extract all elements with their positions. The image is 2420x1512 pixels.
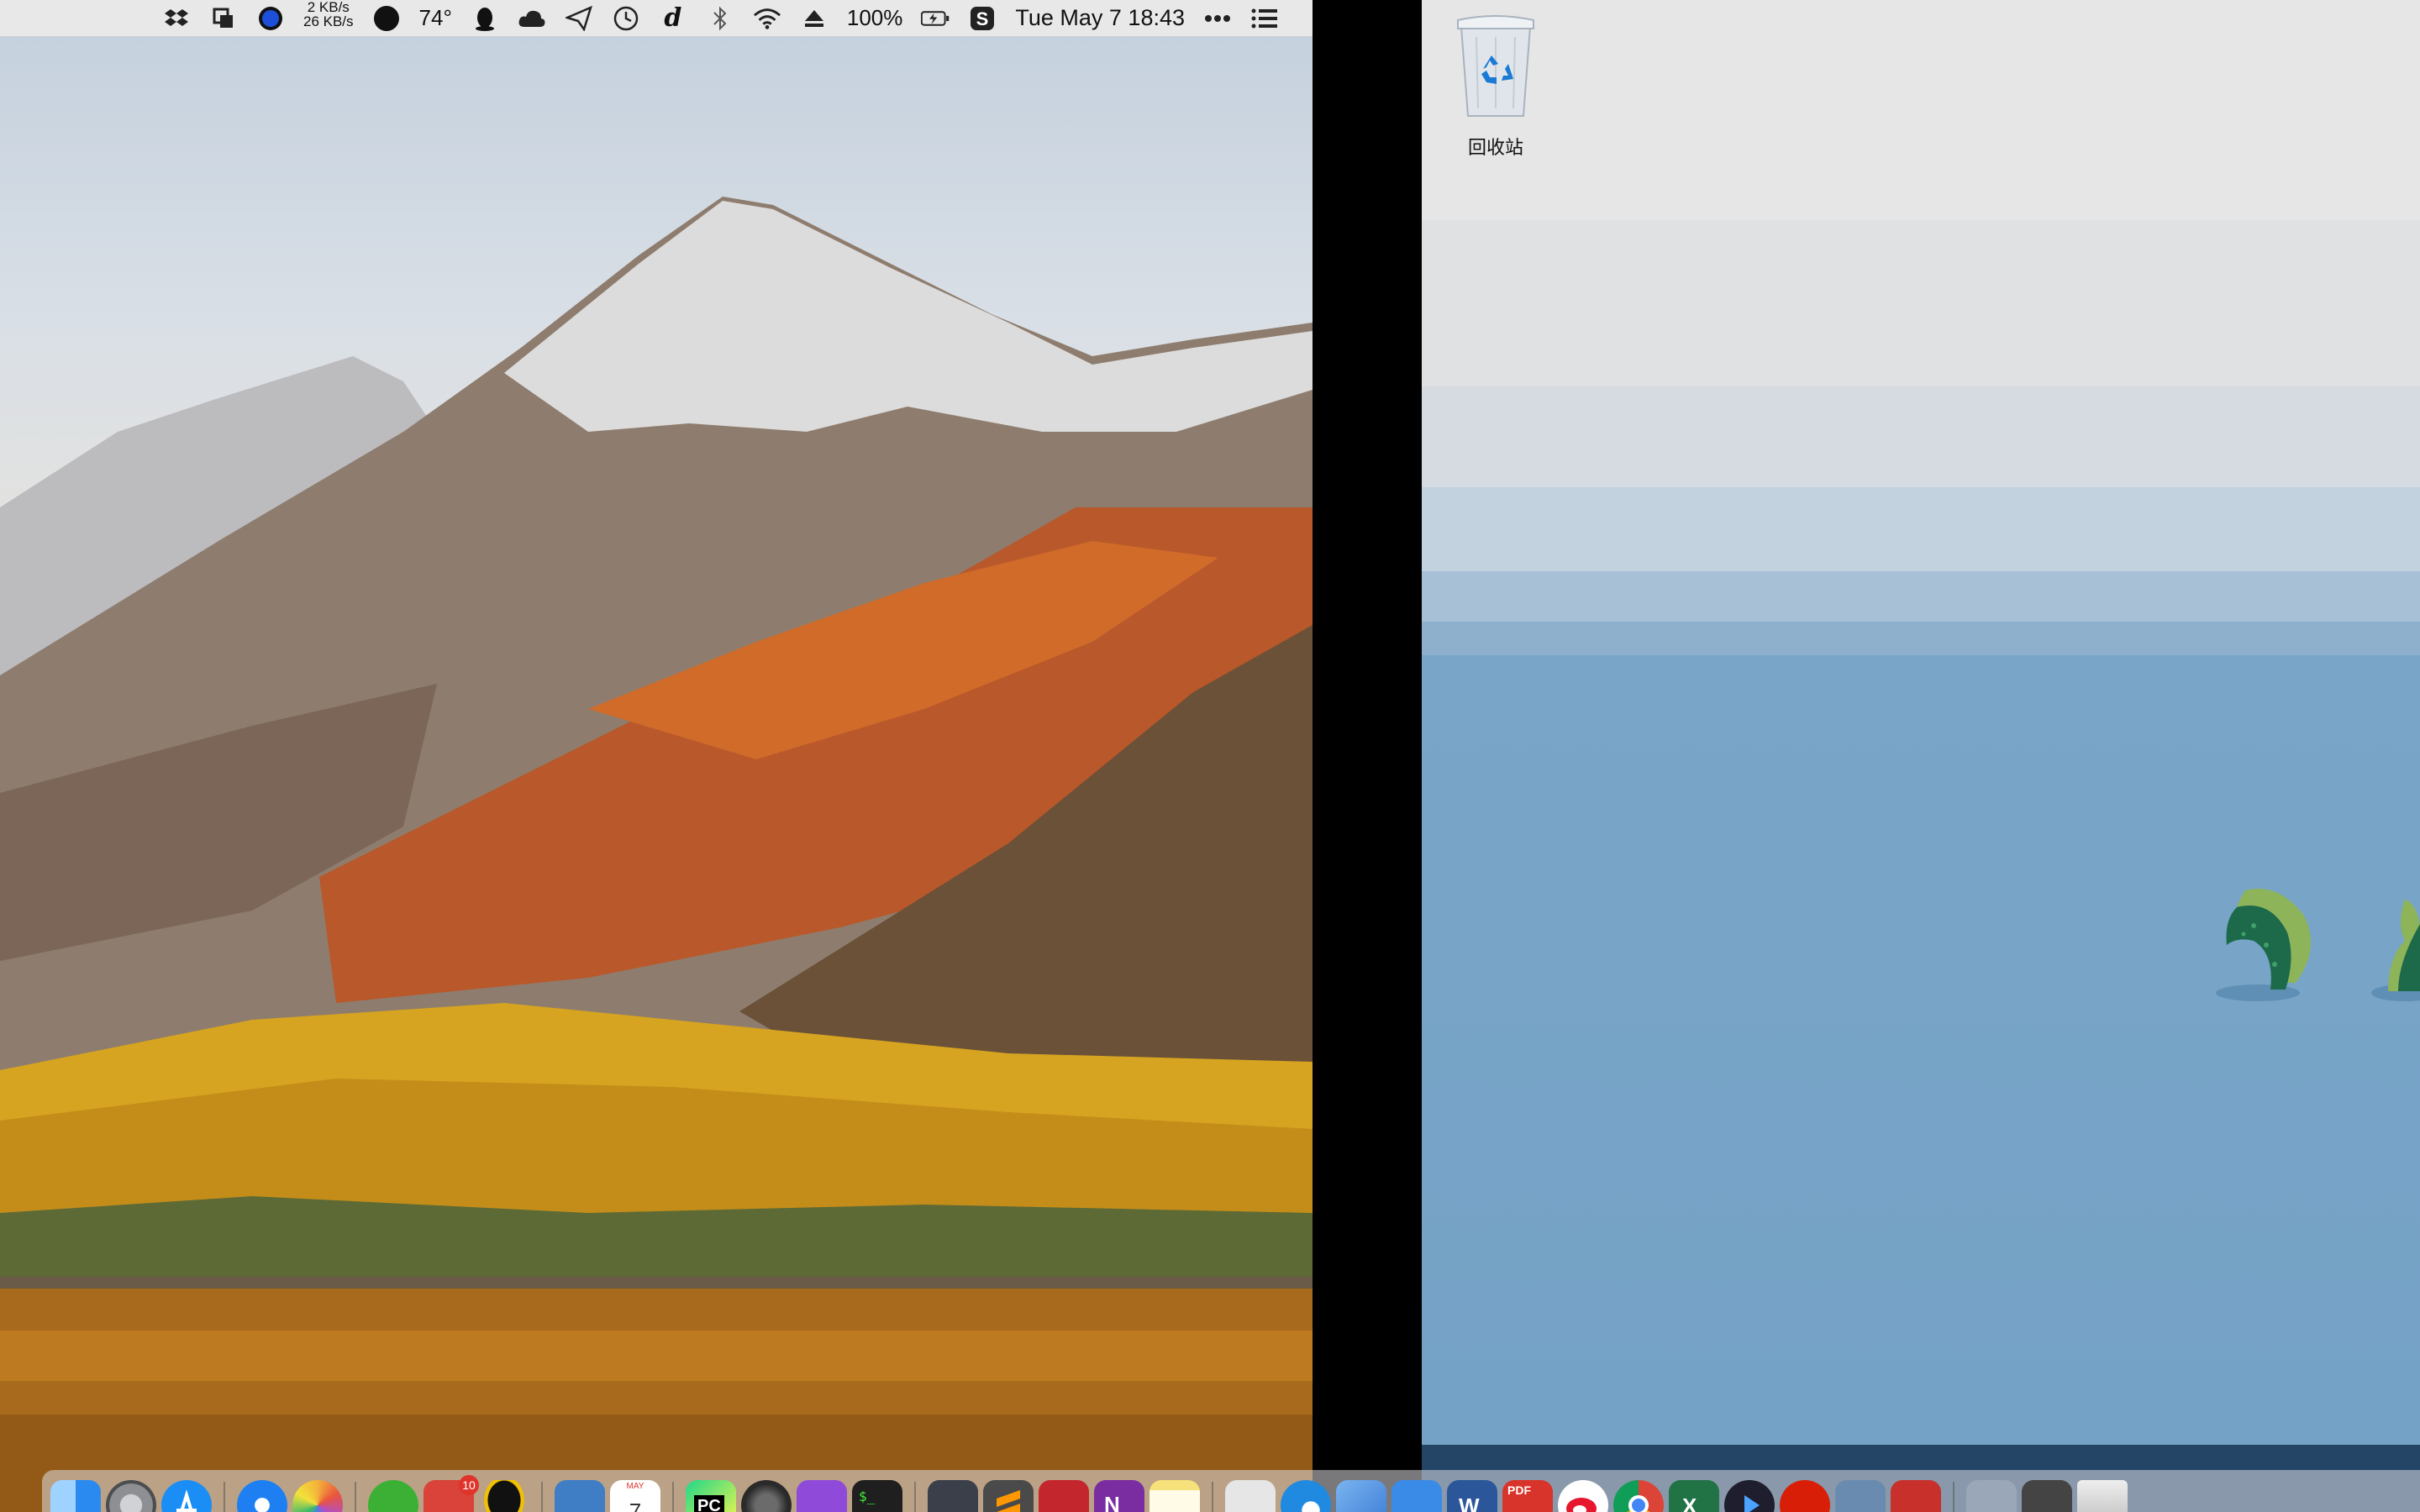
downloads-stack-icon[interactable] [1966, 1480, 2017, 1512]
dock-separator [541, 1482, 543, 1512]
trash-icon[interactable] [2077, 1480, 2128, 1512]
mendeley-icon[interactable] [1039, 1480, 1089, 1512]
cloud-icon[interactable] [518, 4, 546, 33]
photos-icon[interactable] [292, 1480, 343, 1512]
word-label: W [1459, 1494, 1480, 1512]
pycharm-label: PC [694, 1495, 724, 1512]
mac-desktop: 2 KB/s 26 KB/s 74° d 100% S Tue May 7 18… [0, 0, 1313, 1512]
todoist-icon[interactable]: 10 [424, 1475, 479, 1512]
terminal-label: $_ [859, 1488, 876, 1504]
dictionary-icon[interactable]: d [659, 3, 687, 33]
more-icon[interactable] [1203, 4, 1232, 33]
sea-creature-illustration [2216, 889, 2420, 1001]
text-editor-icon[interactable] [928, 1480, 978, 1512]
calendar-icon[interactable]: MAY 7 [610, 1480, 660, 1512]
s-app-icon[interactable]: S [968, 4, 997, 33]
excel-icon[interactable]: X [1669, 1480, 1719, 1512]
terminal-icon[interactable]: $_ [852, 1480, 902, 1512]
temperature[interactable]: 74° [419, 0, 452, 37]
recycle-bin-icon [1457, 15, 1534, 117]
sublime-text-icon[interactable] [983, 1480, 1034, 1512]
clock[interactable]: Tue May 7 18:43 [1015, 0, 1185, 37]
alfred-icon[interactable] [741, 1480, 792, 1512]
weather-moon-icon[interactable] [372, 4, 401, 33]
dictionary-glyph: d [664, 3, 682, 33]
time-machine-icon[interactable] [612, 4, 640, 33]
chrome-icon[interactable] [1613, 1480, 1664, 1512]
documents-stack-icon[interactable] [2022, 1480, 2072, 1512]
safari-icon[interactable] [237, 1480, 287, 1512]
storage-icon[interactable] [1835, 1480, 1886, 1512]
wifi-icon[interactable] [753, 4, 781, 33]
finder-icon[interactable] [50, 1480, 101, 1512]
word-icon[interactable]: W [1447, 1480, 1497, 1512]
download-speed: 26 KB/s [303, 13, 354, 29]
wechat-icon[interactable] [368, 1480, 418, 1512]
weibo-icon[interactable] [1558, 1480, 1608, 1512]
system-preferences-icon[interactable] [106, 1480, 156, 1512]
mac-menu-bar: 2 KB/s 26 KB/s 74° d 100% S Tue May 7 18… [0, 0, 1313, 37]
edge-icon[interactable] [1281, 1480, 1331, 1512]
calendar-month: MAY [626, 1482, 644, 1491]
calendar-day: 7 [629, 1499, 642, 1512]
dock-separator [224, 1482, 225, 1512]
battery-icon[interactable] [921, 4, 950, 33]
notes-icon[interactable] [1150, 1480, 1200, 1512]
dock-separator [1953, 1482, 1954, 1512]
network-speed[interactable]: 2 KB/s 26 KB/s [303, 0, 354, 37]
netease-music-icon[interactable] [1780, 1480, 1830, 1512]
qq-icon[interactable] [479, 1480, 529, 1512]
preview-icon[interactable] [555, 1480, 605, 1512]
recycle-bin-shortcut[interactable]: 回收站 [1445, 12, 1546, 160]
media-player-icon[interactable] [1724, 1480, 1775, 1512]
high-sierra-wallpaper [0, 197, 1313, 1512]
windows-desktop: 回收站 [1422, 0, 2420, 1512]
dock-separator [1212, 1482, 1213, 1512]
dock: 10 MAY 7 PC $_ N W PDF X [42, 1470, 2420, 1512]
app-store-icon[interactable] [161, 1480, 212, 1512]
excel-label: X [1682, 1494, 1697, 1512]
battery-percent[interactable]: 100% [847, 0, 903, 37]
screen-capture-icon[interactable] [209, 4, 238, 33]
parallels-icon[interactable] [1336, 1480, 1386, 1512]
todoist-badge: 10 [459, 1475, 479, 1495]
chrome-center-icon [1628, 1495, 1649, 1512]
dropbox-icon[interactable] [162, 4, 191, 33]
send-icon[interactable] [565, 4, 593, 33]
bluetooth-icon[interactable] [706, 4, 734, 33]
xcode-icon[interactable] [1392, 1480, 1442, 1512]
windows-document-icon[interactable] [1225, 1480, 1276, 1512]
svg-text:S: S [976, 8, 989, 29]
qq-penguin-icon[interactable] [471, 4, 499, 33]
dock-separator [914, 1482, 916, 1512]
onenote-label: N [1104, 1492, 1120, 1512]
dock-separator [672, 1482, 674, 1512]
eject-icon[interactable] [800, 4, 829, 33]
upload-speed: 2 KB/s [307, 0, 350, 15]
pdf-label: PDF [1507, 1483, 1531, 1497]
recycle-bin-label: 回收站 [1467, 138, 1523, 159]
remote-desktop-icon[interactable] [1891, 1480, 1941, 1512]
onenote-icon[interactable]: N [1094, 1480, 1144, 1512]
acrobat-icon[interactable]: PDF [1502, 1480, 1553, 1512]
pycharm-icon[interactable]: PC [686, 1480, 736, 1512]
pockity-icon[interactable] [797, 1480, 847, 1512]
display-gap [1313, 0, 1422, 1512]
dock-separator [355, 1482, 356, 1512]
list-icon[interactable] [1250, 4, 1279, 33]
istat-icon[interactable] [256, 4, 285, 33]
